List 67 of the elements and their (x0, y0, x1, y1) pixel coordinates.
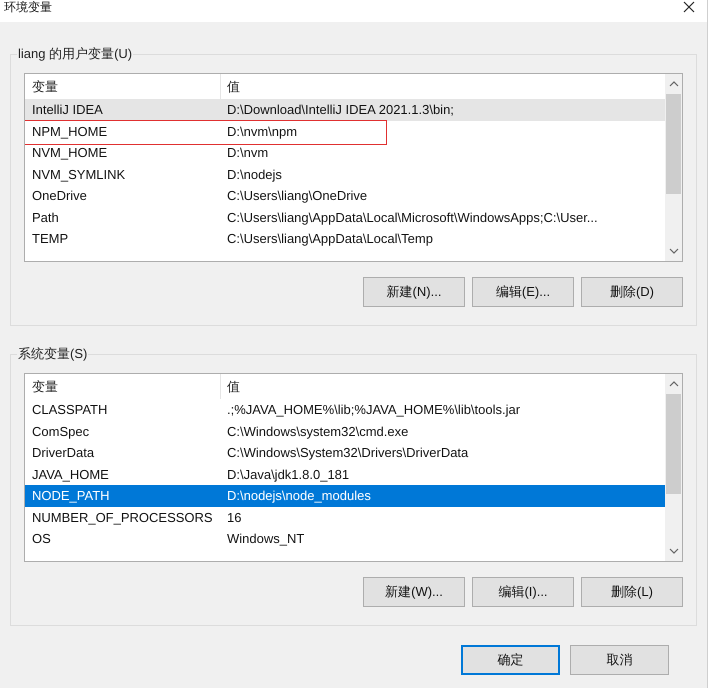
variable-name: OneDrive (31, 187, 88, 205)
list-row[interactable]: OS Windows_NT (25, 528, 665, 550)
scroll-thumb[interactable] (666, 94, 681, 194)
action-button[interactable]: 新建(N)... (363, 277, 465, 307)
variable-value: C:\Users\liang\AppData\Local\Microsoft\WindowsApps;C:\User... (226, 208, 599, 227)
variable-name: CLASSPATH (31, 401, 108, 419)
variable-value: D:\Java\jdk1.8.0_181 (226, 466, 350, 484)
variable-value: C:\Windows\System32\Drivers\DriverData (226, 444, 470, 462)
scroll-up-icon[interactable] (668, 81, 678, 87)
list-row[interactable]: NVM_HOME D:\nvm (25, 142, 665, 164)
list-row[interactable]: NVM_SYMLINK D:\nodejs (25, 164, 665, 185)
column-header[interactable]: 值 (221, 74, 665, 99)
variable-name: JAVA_HOME (31, 466, 110, 484)
variable-name: Path (31, 208, 60, 226)
variable-name: TEMP (31, 230, 70, 248)
list-row[interactable]: TEMP C:\Users\liang\AppData\Local\Temp (25, 228, 665, 250)
variable-value: D:\nodejs\node_modules (226, 487, 372, 505)
variable-value: D:\Download\IntelliJ IDEA 2021.1.3\bin; (226, 101, 455, 119)
list-row[interactable]: CLASSPATH .;%JAVA_HOME%\lib;%JAVA_HOME%\lib\tools.jar (25, 399, 665, 420)
variable-name: NPM_HOME (31, 122, 108, 141)
variable-name: NVM_SYMLINK (31, 166, 126, 184)
variable-value: C:\Windows\system32\cmd.exe (226, 422, 410, 441)
variable-name: NUMBER_OF_PROCESSORS (31, 508, 214, 527)
list-row[interactable]: DriverData C:\Windows\System32\Drivers\DriverData (25, 442, 665, 464)
variable-value: 16 (226, 508, 242, 526)
action-button[interactable]: 新建(W)... (363, 577, 465, 607)
scrollbar[interactable] (665, 374, 682, 561)
action-button[interactable]: 删除(L) (581, 577, 683, 607)
list-row[interactable]: NPM_HOME D:\nvm\npm (25, 120, 665, 142)
list-row[interactable]: NODE_PATH D:\nodejs\node_modules (25, 485, 665, 506)
column-header[interactable]: 值 (221, 374, 665, 399)
variable-name: NODE_PATH (31, 487, 111, 505)
group-title: 系统变量(S) (17, 345, 88, 363)
variable-value: D:\nvm\npm (226, 122, 298, 141)
list-row[interactable]: NUMBER_OF_PROCESSORS 16 (25, 506, 665, 528)
action-button[interactable]: 编辑(I)... (472, 577, 574, 607)
list-row[interactable]: IntelliJ IDEA D:\Download\IntelliJ IDEA 2021.1.3\bin; (25, 99, 665, 120)
scrollbar[interactable] (665, 74, 682, 261)
variable-list[interactable] (24, 73, 683, 262)
variable-value: D:\nvm (226, 144, 270, 162)
variable-name: IntelliJ IDEA (31, 101, 104, 119)
group-title: liang 的用户变量(U) (17, 45, 134, 63)
list-row[interactable]: Path C:\Users\liang\AppData\Local\Microsoft\WindowsApps;C:\User... (25, 206, 665, 228)
window-title: 环境变量 (4, 0, 52, 14)
scroll-down-icon[interactable] (668, 248, 678, 254)
variable-value: Windows_NT (226, 530, 306, 548)
variable-value: .;%JAVA_HOME%\lib;%JAVA_HOME%\lib\tools.jar (226, 401, 522, 419)
dialog-button[interactable]: 取消 (570, 645, 669, 675)
list-row[interactable]: ComSpec C:\Windows\system32\cmd.exe (25, 420, 665, 442)
close-icon[interactable] (683, 1, 695, 13)
dialog-button[interactable]: 确定 (461, 645, 560, 675)
list-row[interactable]: OneDrive C:\Users\liang\OneDrive (25, 185, 665, 206)
variable-name: DriverData (31, 444, 96, 462)
variable-value: C:\Users\liang\OneDrive (226, 187, 368, 205)
variable-value: D:\nodejs (226, 166, 283, 184)
variable-name: ComSpec (31, 422, 90, 441)
action-button[interactable]: 编辑(E)... (472, 277, 574, 307)
variable-list[interactable] (24, 373, 683, 562)
scroll-down-icon[interactable] (668, 548, 678, 554)
list-row[interactable]: JAVA_HOME D:\Java\jdk1.8.0_181 (25, 464, 665, 485)
variable-value: C:\Users\liang\AppData\Local\Temp (226, 230, 434, 248)
column-header[interactable]: 变量 (25, 374, 221, 399)
variable-name: OS (31, 530, 52, 548)
action-button[interactable]: 删除(D) (581, 277, 683, 307)
scroll-up-icon[interactable] (668, 381, 678, 387)
variable-name: NVM_HOME (31, 144, 108, 162)
scroll-thumb[interactable] (666, 394, 681, 494)
